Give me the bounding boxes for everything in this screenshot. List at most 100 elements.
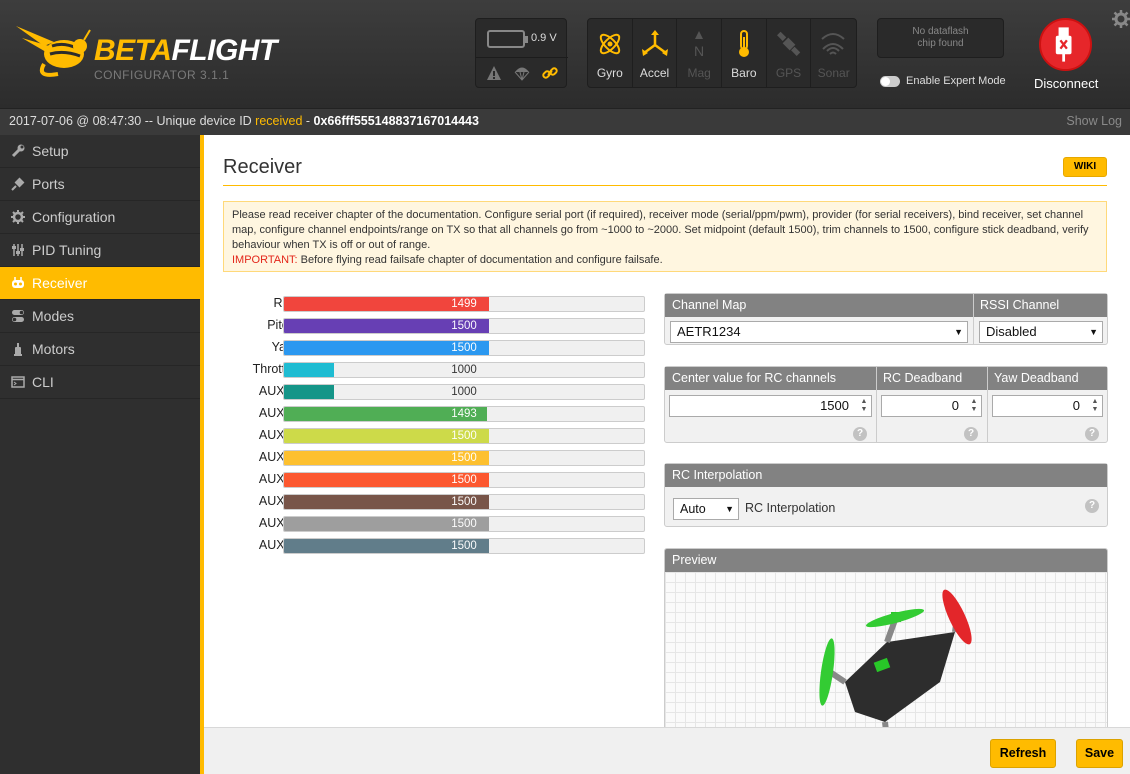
toggle-icon (12, 310, 24, 322)
channel-value: 1500 (284, 474, 644, 486)
warning-icon (487, 66, 501, 80)
device-id: 0x66fff555148837167014443 (313, 114, 479, 128)
channel-map-select[interactable]: AETR1234 (670, 321, 968, 343)
settings-gear-icon[interactable] (1112, 10, 1130, 28)
status-bar: 2017-07-06 @ 08:47:30 -- Unique device I… (0, 108, 1130, 135)
rc-deadband-spinner[interactable]: ▲ ▼ (969, 398, 979, 414)
rc-deadband-label: RC Deadband (883, 371, 963, 385)
channel-bar: 1500 (283, 340, 645, 356)
rc-interpolation-title: RC Interpolation (665, 464, 1107, 487)
link-icon (542, 67, 558, 79)
plug-icon (11, 177, 25, 191)
expert-mode-label: Enable Expert Mode (906, 75, 1006, 87)
svg-text:N: N (694, 43, 704, 59)
usb-disconnect-icon (1055, 27, 1072, 62)
channel-bar: 1500 (283, 428, 645, 444)
channel-row: Yaw1500 (223, 337, 645, 359)
sensor-gps: GPS (767, 19, 812, 87)
sidebar-item-receiver[interactable]: Receiver (0, 267, 200, 300)
channel-row: AUX 1 1000 (223, 381, 645, 403)
channel-row: AUX 4 1500 (223, 447, 645, 469)
channel-value: 1500 (284, 496, 644, 508)
preview-canvas (665, 572, 1107, 727)
channel-bar: 1500 (283, 494, 645, 510)
channel-row: AUX 8 1500 (223, 535, 645, 557)
sidebar: Setup Ports Configuration PID Tuning Rec… (0, 135, 200, 774)
baro-icon (739, 30, 750, 57)
channel-bar: 1493 (283, 406, 645, 422)
channel-bar: 1500 (283, 318, 645, 334)
help-icon[interactable]: ? (964, 427, 978, 441)
help-icon[interactable]: ? (853, 427, 867, 441)
channel-row: AUX 3 1500 (223, 425, 645, 447)
channel-value: 1493 (284, 408, 644, 420)
channel-row: AUX 7 1500 (223, 513, 645, 535)
channel-bar: 1500 (283, 472, 645, 488)
dataflash-status: No dataflash chip found (877, 18, 1004, 58)
preview-panel: Preview (664, 548, 1108, 727)
channel-bar: 1500 (283, 516, 645, 532)
rssi-channel-select[interactable]: Disabled (979, 321, 1103, 343)
channel-value: 1500 (284, 452, 644, 464)
status-received: received (255, 114, 303, 128)
channel-bar: 1000 (283, 362, 645, 378)
channel-row: AUX 2 1493 (223, 403, 645, 425)
yaw-deadband-spinner[interactable]: ▲ ▼ (1090, 398, 1100, 414)
channel-row: AUX 6 1500 (223, 491, 645, 513)
channel-row: Roll1499 (223, 293, 645, 315)
center-value-spinner[interactable]: ▲ ▼ (859, 398, 869, 414)
motor-icon (14, 343, 22, 356)
sidebar-item-setup[interactable]: Setup (0, 135, 200, 168)
rc-interpolation-select[interactable]: Auto (673, 498, 739, 520)
bee-logo-icon (16, 26, 91, 77)
sidebar-item-motors[interactable]: Motors (0, 333, 200, 366)
gear-icon (11, 210, 25, 224)
yaw-deadband-label: Yaw Deadband (994, 371, 1079, 385)
center-value-label: Center value for RC channels (672, 371, 836, 385)
sidebar-item-ports[interactable]: Ports (0, 168, 200, 201)
wiki-button[interactable]: WIKI (1063, 157, 1107, 177)
channel-bar: 1500 (283, 538, 645, 554)
disconnect-button[interactable] (1039, 18, 1092, 71)
channel-value: 1500 (284, 342, 644, 354)
sensor-gyro: Gyro (588, 19, 633, 87)
rc-deadband-input[interactable]: 0 ▲ ▼ (881, 395, 982, 417)
channel-bar: 1500 (283, 450, 645, 466)
rssi-channel-label: RSSI Channel (980, 298, 1060, 312)
center-value-input[interactable]: 1500 ▲ ▼ (669, 395, 872, 417)
channel-row: Throttle 1000 (223, 359, 645, 381)
save-button[interactable]: Save (1076, 739, 1123, 768)
channel-row: Pitch 1500 (223, 315, 645, 337)
channel-bars: Roll1499 Pitch1500 Yaw1500 Throttle1000 … (223, 293, 645, 557)
refresh-button[interactable]: Refresh (990, 739, 1056, 768)
battery-voltage: 0.9 V (531, 32, 557, 44)
yaw-deadband-input[interactable]: 0 ▲ ▼ (992, 395, 1103, 417)
parachute-icon (514, 67, 530, 81)
sidebar-item-pid-tuning[interactable]: PID Tuning (0, 234, 200, 267)
channel-value: 1499 (284, 298, 644, 310)
sidebar-item-cli[interactable]: CLI (0, 366, 200, 399)
terminal-icon (11, 376, 25, 388)
preview-title: Preview (665, 549, 1107, 572)
channel-map-label: Channel Map (672, 298, 747, 312)
help-icon[interactable]: ? (1085, 427, 1099, 441)
expert-mode-toggle[interactable] (880, 75, 900, 87)
channel-value: 1500 (284, 518, 644, 530)
channel-bar: 1000 (283, 384, 645, 400)
expert-mode[interactable]: Enable Expert Mode (880, 75, 1006, 87)
sensor-sonar: Sonar (811, 19, 856, 87)
help-icon[interactable]: ? (1085, 499, 1099, 513)
gyro-icon (599, 33, 621, 55)
channel-bar: 1499 (283, 296, 645, 312)
sidebar-item-configuration[interactable]: Configuration (0, 201, 200, 234)
gamepad-icon (12, 277, 24, 288)
page-title: Receiver (223, 156, 302, 178)
receiver-note: Please read receiver chapter of the docu… (223, 201, 1107, 272)
disconnect-label[interactable]: Disconnect (1034, 76, 1098, 91)
app-version: CONFIGURATOR 3.1.1 (94, 68, 230, 82)
channel-value: 1500 (284, 320, 644, 332)
mag-icon: N (694, 31, 704, 59)
channel-value: 1000 (284, 364, 644, 376)
sidebar-item-modes[interactable]: Modes (0, 300, 200, 333)
show-log-link[interactable]: Show Log (1066, 109, 1122, 134)
